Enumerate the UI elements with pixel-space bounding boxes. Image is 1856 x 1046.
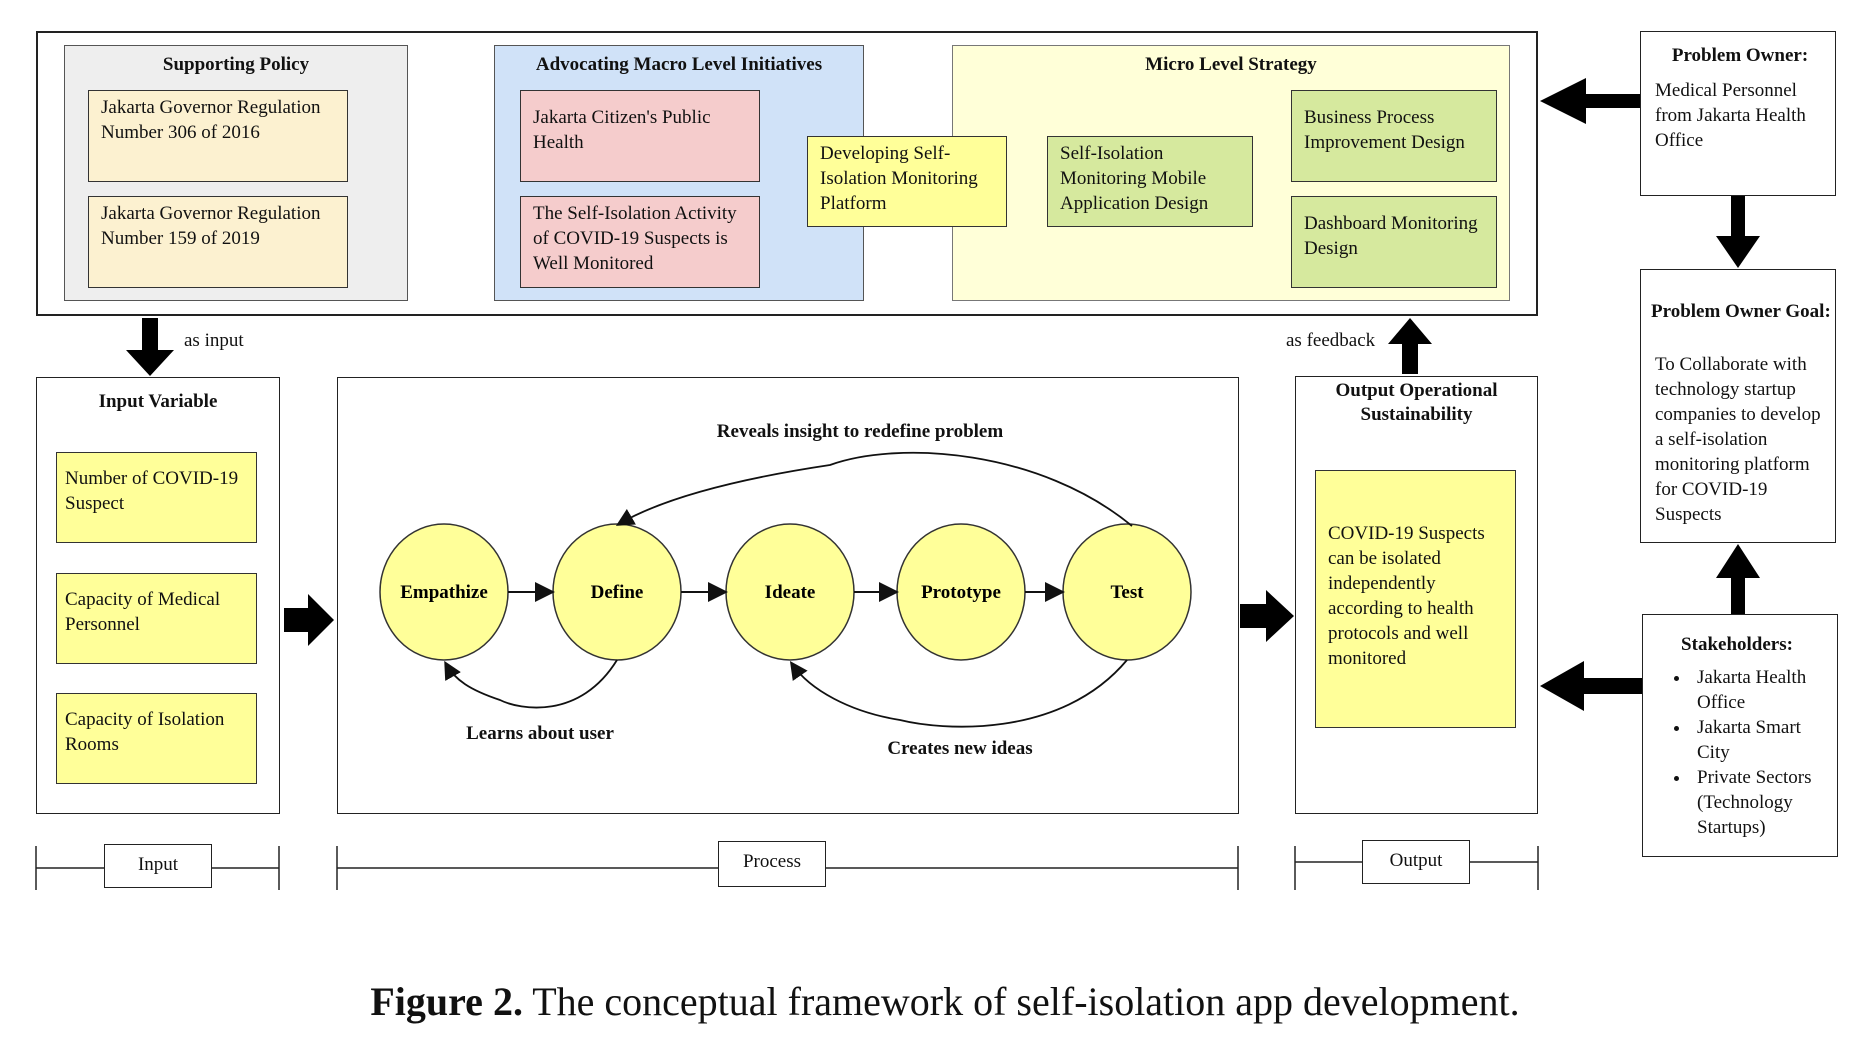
input-item: Capacity of Isolation Rooms: [56, 693, 257, 784]
input-variable-title: Input Variable: [98, 391, 218, 412]
supporting-policy-title: Supporting Policy: [162, 54, 310, 75]
arrow-owner-to-top: [1540, 78, 1640, 124]
arrow-owner-to-goal: [1716, 196, 1760, 268]
as-input-label: as input: [184, 330, 244, 351]
policy-item: Jakarta Governor Regulation Number 159 o…: [88, 196, 348, 288]
stakeholders-list: Jakarta Health Office Jakarta Smart City…: [1643, 665, 1831, 840]
problem-owner-goal-title: Problem Owner Goal:: [1651, 301, 1831, 322]
stakeholders-title: Stakeholders:: [1681, 634, 1793, 655]
dashboard-design-box: Dashboard Monitoring Design: [1291, 196, 1497, 288]
problem-owner-text: Medical Personnel from Jakarta Health Of…: [1655, 80, 1806, 151]
loop-top-label: Reveals insight to redefine problem: [716, 421, 1004, 442]
as-feedback-label: as feedback: [1286, 330, 1376, 351]
problem-owner-goal-box: Problem Owner Goal: To Collaborate with …: [1640, 269, 1836, 543]
app-design-box: Self-Isolation Monitoring Mobile Applica…: [1047, 136, 1253, 227]
developing-platform-box: Developing Self-Isolation Monitoring Pla…: [807, 136, 1007, 227]
arrow-process-to-output: [1240, 590, 1294, 642]
output-title: Output Operational Sustainability: [1335, 380, 1498, 425]
macro-item: The Self-Isolation Activity of COVID-19 …: [520, 196, 760, 288]
arrow-down-as-input: [126, 318, 174, 376]
input-item: Number of COVID-19 Suspect: [56, 452, 257, 543]
problem-owner-title: Problem Owner:: [1671, 45, 1809, 66]
bracket-label-process: Process: [718, 841, 826, 887]
input-item: Capacity of Medical Personnel: [56, 573, 257, 664]
stakeholder-item: Private Sectors (Technology Startups): [1691, 765, 1831, 840]
macro-item: Jakarta Citizen's Public Health: [520, 90, 760, 182]
arrow-stakeholders-to-output: [1540, 661, 1642, 711]
figure-label: Figure 2.: [370, 979, 523, 1024]
problem-owner-goal-text: To Collaborate with technology startup c…: [1655, 354, 1821, 525]
stakeholder-item: Jakarta Smart City: [1691, 715, 1831, 765]
loop-right-label: Creates new ideas: [887, 738, 1033, 759]
policy-item: Jakarta Governor Regulation Number 306 o…: [88, 90, 348, 182]
macro-initiatives-title: Advocating Macro Level Initiatives: [535, 54, 823, 75]
figure-caption: Figure 2. The conceptual framework of se…: [0, 978, 1856, 1025]
problem-owner-box: Problem Owner: Medical Personnel from Ja…: [1640, 31, 1836, 196]
loop-left-label: Learns about user: [466, 723, 614, 744]
stakeholders-box: Stakeholders: Jakarta Health Office Jaka…: [1642, 614, 1838, 857]
bpi-design-box: Business Process Improvement Design: [1291, 90, 1497, 182]
output-item: COVID-19 Suspects can be isolated indepe…: [1315, 470, 1516, 728]
arrow-up-as-feedback: [1388, 318, 1432, 374]
stakeholder-item: Jakarta Health Office: [1691, 665, 1831, 715]
bracket-label-output: Output: [1362, 840, 1470, 884]
arrow-input-to-process: [284, 594, 334, 646]
figure-caption-text: The conceptual framework of self-isolati…: [522, 979, 1520, 1024]
arrow-stakeholders-to-goal: [1716, 544, 1760, 614]
micro-strategy-title: Micro Level Strategy: [1145, 54, 1317, 75]
bracket-label-input: Input: [104, 844, 212, 888]
